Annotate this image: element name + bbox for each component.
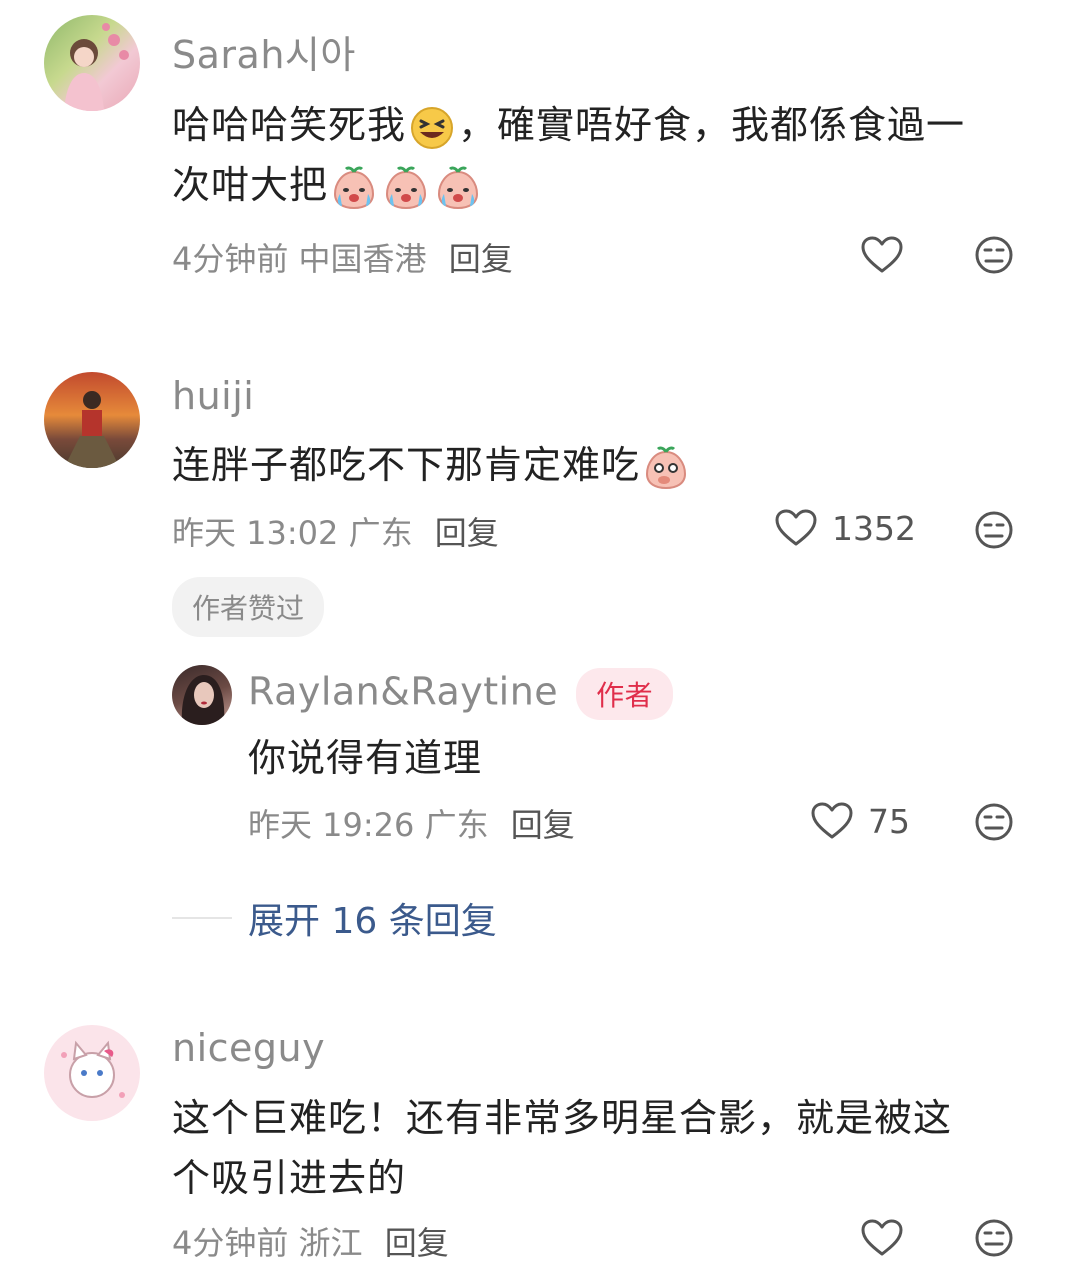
comment-location: 广东 — [348, 514, 413, 552]
comment-item: niceguy 这个巨难吃！还有非常多明星合影，就是被这 个吸引进去的 4分钟前… — [0, 1010, 1080, 1279]
reply-username-text: Raylan&Raytine — [248, 669, 559, 714]
heart-icon — [774, 508, 818, 548]
comment-text-part: 哈哈哈笑死我 — [172, 103, 407, 147]
avatar-girl-photo-icon — [64, 23, 129, 111]
peach-cry-emoji-icon — [330, 164, 378, 212]
heart-icon — [860, 235, 904, 275]
heart-icon — [860, 1218, 904, 1258]
expand-replies-button[interactable]: 展开 16 条回复 — [172, 892, 497, 944]
comment-meta: 昨天 13:02 广东 回复 — [172, 508, 499, 554]
reply-button[interactable]: 回复 — [385, 1224, 449, 1262]
comment-time: 4分钟前 — [172, 240, 289, 278]
comment-time: 4分钟前 — [172, 1224, 289, 1262]
comment-location: 中国香港 — [298, 240, 427, 278]
reply-avatar[interactable] — [172, 665, 232, 725]
like-count: 75 — [868, 801, 910, 841]
reply-meta: 昨天 19:26 广东 回复 — [248, 800, 575, 846]
author-badge: 作者 — [576, 668, 674, 720]
comment-text-part: 连胖子都吃不下那肯定难吃 — [172, 443, 641, 487]
reply-location: 广东 — [424, 806, 489, 844]
reply-username[interactable]: Raylan&Raytine 作者 — [248, 668, 674, 720]
comment-text-part: 个吸引进去的 — [172, 1156, 407, 1200]
author-liked-badge: 作者赞过 — [172, 577, 325, 637]
comment-meta: 4分钟前 中国香港 回复 — [172, 234, 513, 280]
reply-text: 你说得有道理 — [248, 736, 483, 780]
avatar[interactable] — [44, 1025, 140, 1121]
grin-emoji-icon — [408, 104, 456, 152]
like-button[interactable]: 75 — [810, 801, 910, 841]
dislike-icon[interactable] — [974, 1218, 1014, 1258]
comment-location: 浙江 — [298, 1224, 363, 1262]
peach-cry-emoji-icon — [434, 164, 482, 212]
dislike-icon[interactable] — [974, 235, 1014, 275]
avatar[interactable] — [44, 372, 140, 468]
peach-shock-emoji-icon — [642, 444, 690, 492]
dislike-icon[interactable] — [974, 510, 1014, 550]
comment-meta: 4分钟前 浙江 回复 — [172, 1218, 449, 1264]
peach-cry-emoji-icon — [382, 164, 430, 212]
username[interactable]: niceguy — [172, 1026, 325, 1070]
comment-text-part: ，確實唔好食，我都係食過一 — [458, 103, 966, 147]
comment-text-part: 次咁大把 — [172, 163, 329, 207]
dislike-icon[interactable] — [974, 802, 1014, 842]
comment-text: 哈哈哈笑死我 ，確實唔好食，我都係食過一 次咁大把 — [172, 95, 1032, 215]
username[interactable]: huiji — [172, 374, 254, 418]
comment-item: Sarah시아 哈哈哈笑死我 ，確實唔好食，我都係食過一 次咁大把 4分钟前 中国… — [0, 0, 1080, 320]
like-button[interactable] — [860, 235, 904, 275]
reply-time: 昨天 19:26 — [248, 806, 415, 844]
comment-time: 昨天 13:02 — [172, 514, 339, 552]
avatar-woman-photo-icon — [181, 675, 225, 725]
like-button[interactable] — [860, 1218, 904, 1258]
like-button[interactable]: 1352 — [774, 508, 916, 548]
avatar-sunset-photo-icon — [64, 391, 120, 468]
like-count: 1352 — [832, 508, 916, 548]
comment-text: 这个巨难吃！还有非常多明星合影，就是被这 个吸引进去的 — [172, 1088, 1032, 1208]
expand-divider — [172, 917, 232, 919]
reply-button[interactable]: 回复 — [511, 806, 575, 844]
avatar-cat-cartoon-icon — [61, 1040, 125, 1098]
comment-text: 连胖子都吃不下那肯定难吃 — [172, 435, 1032, 495]
comment-text-part: 这个巨难吃！还有非常多明星合影，就是被这 — [172, 1096, 953, 1140]
username[interactable]: Sarah시아 — [172, 24, 356, 79]
heart-icon — [810, 801, 854, 841]
expand-replies-label: 展开 16 条回复 — [248, 901, 497, 942]
avatar[interactable] — [44, 15, 140, 111]
reply-button[interactable]: 回复 — [449, 240, 513, 278]
reply-button[interactable]: 回复 — [435, 514, 499, 552]
comment-item: huiji 连胖子都吃不下那肯定难吃 昨天 13:02 广东 回复 1352 作… — [0, 340, 1080, 960]
